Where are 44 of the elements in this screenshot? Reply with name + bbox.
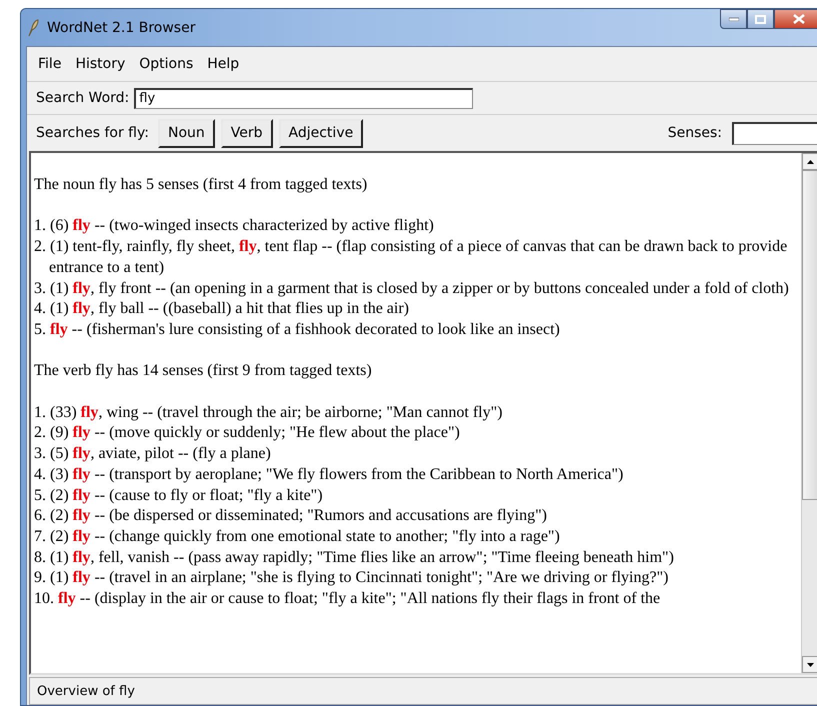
- down-arrow-icon: [807, 662, 814, 666]
- part-of-speech-button[interactable]: Verb: [220, 118, 273, 148]
- close-icon: [793, 14, 805, 24]
- close-button[interactable]: [774, 9, 817, 29]
- menu-item[interactable]: Help: [200, 53, 246, 75]
- sense-entry: 1. (6) fly -- (two-winged insects characterized by active flight): [34, 216, 435, 236]
- maximize-button[interactable]: [747, 9, 774, 29]
- status-text: Overview of fly: [37, 684, 135, 698]
- maximize-icon: [755, 14, 766, 24]
- scrollbar[interactable]: [801, 153, 817, 673]
- sense-entry: 3. (5) fly, aviate, pilot -- (fly a plane): [34, 444, 272, 464]
- search-field[interactable]: fly: [134, 88, 474, 108]
- senses-field[interactable]: [732, 122, 817, 144]
- menu-item[interactable]: File: [31, 53, 68, 75]
- section-heading: The verb fly has 14 senses (first 9 from tagged texts): [34, 361, 373, 382]
- sense-entry: 6. (2) fly -- (be dispersed or disseminated; "Rumors and accusations are flying"): [34, 506, 548, 526]
- up-arrow-icon: [807, 160, 814, 164]
- scrollbar-thumb[interactable]: [802, 170, 817, 500]
- senses-label: Senses:: [668, 125, 722, 141]
- menu-item[interactable]: Options: [132, 53, 200, 75]
- window-title: WordNet 2.1 Browser: [47, 20, 196, 36]
- minimize-icon: [728, 17, 738, 21]
- sense-entry: 2. (9) fly -- (move quickly or suddenly; "He flew about the place"): [34, 423, 461, 444]
- section-heading: The noun fly has 5 senses (first 4 from tagged texts): [34, 175, 368, 195]
- part-of-speech-button[interactable]: Noun: [158, 118, 215, 148]
- minimize-button[interactable]: [720, 9, 747, 29]
- sense-entry: 9. (1) fly -- (travel in an airplane; "she is flying to Cincinnati tonight"; "Are we driving or flying?"): [34, 568, 670, 588]
- sense-entry: 2. (1) tent-fly, rainfly, fly sheet, fly, tent flap -- (flap consisting of a piece of canvas that can be drawn back to provide entrance to a tent): [34, 237, 788, 278]
- sense-entry: 5. fly -- (fisherman's lure consisting of a fishhook decorated to look like an insect): [34, 320, 561, 340]
- sense-entry: 4. (1) fly, fly ball -- ((baseball) a hit that flies up in the air): [34, 299, 410, 320]
- scroll-down-button[interactable]: [802, 656, 817, 673]
- sense-entry: 7. (2) fly -- (change quickly from one emotional state to another; "fly into a rage"): [34, 526, 561, 547]
- feather-icon: [27, 18, 39, 36]
- part-of-speech-button[interactable]: Adjective: [278, 118, 364, 148]
- sense-entry: 3. (1) fly, fly front -- (an opening in a garment that is closed by a zipper or by buttons concealed under a fold of cloth): [34, 278, 790, 298]
- scroll-up-button[interactable]: [802, 153, 817, 170]
- search-label: Search Word:: [36, 90, 130, 106]
- searches-label: Searches for fly:: [36, 125, 149, 141]
- sense-entry: 4. (3) fly -- (transport by aeroplane; "We fly flowers from the Caribbean to North America"): [34, 464, 624, 485]
- sense-entry: 5. (2) fly -- (cause to fly or float; "fly a kite"): [34, 486, 324, 506]
- sense-entry: 8. (1) fly, fell, vanish -- (pass away rapidly; "Time flies like an arrow"; "Time fleeing beneath him"): [34, 548, 675, 568]
- menu-item[interactable]: History: [68, 53, 132, 75]
- sense-entry: 1. (33) fly, wing -- (travel through the air; be airborne; "Man cannot fly"): [34, 402, 504, 423]
- sense-entry: 10. fly -- (display in the air or cause to float; "fly a kite"; "All nations fly their flags in front of the: [34, 589, 662, 610]
